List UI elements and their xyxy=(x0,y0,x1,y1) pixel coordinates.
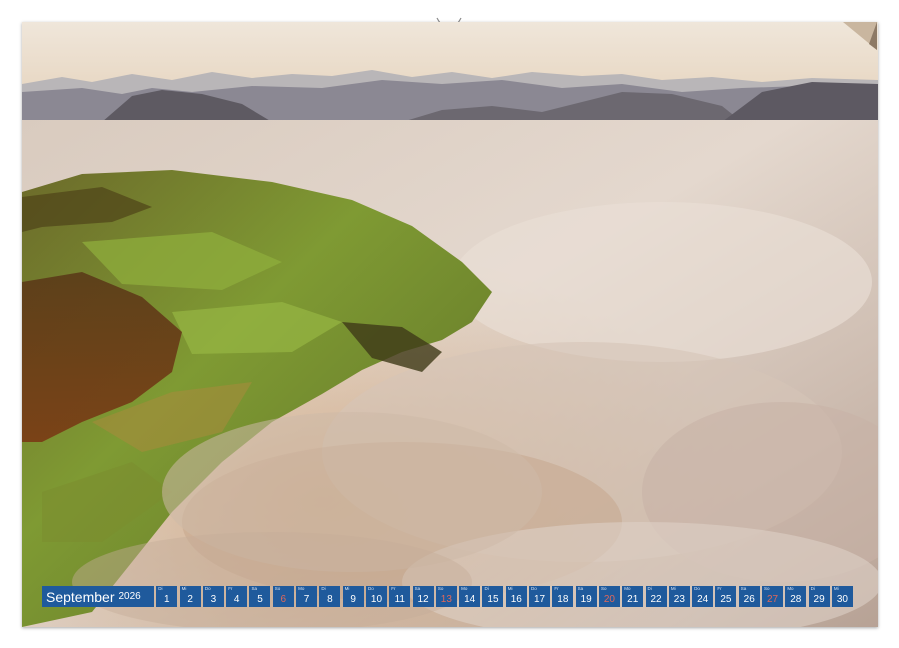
day-cell: Mi 16 xyxy=(505,586,527,607)
day-number: 24 xyxy=(697,594,709,605)
day-number: 30 xyxy=(836,594,848,605)
day-cell: Fr 11 xyxy=(389,586,411,607)
day-number: 29 xyxy=(813,594,825,605)
day-number: 22 xyxy=(650,594,662,605)
day-cell: Di 1 xyxy=(156,586,178,607)
day-cell: Mi 30 xyxy=(831,586,853,607)
weekday-abbrev: Sa xyxy=(251,586,257,591)
weekday-abbrev: Do xyxy=(531,586,537,591)
month-name: September xyxy=(46,588,115,605)
day-number: 13 xyxy=(440,594,452,605)
day-cell: Mi 2 xyxy=(179,586,201,607)
day-cell: Sa 5 xyxy=(249,586,271,607)
landscape-fog-image xyxy=(22,22,878,627)
weekday-abbrev: Di xyxy=(158,586,163,591)
day-cell: So 27 xyxy=(762,586,784,607)
day-number: 17 xyxy=(533,594,546,605)
weekday-abbrev: Sa xyxy=(414,586,421,591)
day-cell: Mo 7 xyxy=(296,586,318,607)
weekday-abbrev: Do xyxy=(694,586,700,591)
day-cell: So 6 xyxy=(272,586,294,607)
weekday-abbrev: Di xyxy=(321,586,326,591)
weekday-abbrev: Fr xyxy=(228,586,233,591)
page-corner-fold xyxy=(843,22,877,50)
weekday-abbrev: Do xyxy=(204,586,211,591)
weekday-abbrev: Mi xyxy=(670,586,676,591)
day-number: 6 xyxy=(280,594,287,605)
weekday-abbrev: Mi xyxy=(833,586,839,591)
day-cell: Do 17 xyxy=(529,586,551,607)
day-cell: Do 10 xyxy=(365,586,387,607)
day-number: 12 xyxy=(417,594,429,605)
day-number: 14 xyxy=(464,594,476,605)
day-cell: Mi 23 xyxy=(668,586,690,607)
weekday-abbrev: Mi xyxy=(344,586,350,591)
day-number: 27 xyxy=(766,594,779,605)
day-number: 15 xyxy=(487,594,499,605)
weekday-abbrev: Sa xyxy=(740,586,747,591)
day-cell: Sa 12 xyxy=(412,586,434,607)
day-number: 1 xyxy=(164,594,170,605)
day-cell: Fr 18 xyxy=(552,586,574,607)
weekday-abbrev: Mi xyxy=(507,586,513,591)
weekday-abbrev: Mo xyxy=(298,586,305,591)
day-cell: Di 29 xyxy=(808,586,830,607)
day-number: 5 xyxy=(257,594,263,605)
day-number: 3 xyxy=(210,594,217,605)
day-cell: Di 8 xyxy=(319,586,341,607)
month-year: 2026 xyxy=(118,591,141,602)
day-number: 7 xyxy=(303,594,310,605)
day-cell: Do 3 xyxy=(202,586,224,607)
day-number: 20 xyxy=(603,594,615,605)
day-cell: Fr 25 xyxy=(715,586,737,607)
weekday-abbrev: So xyxy=(274,586,281,591)
day-number: 16 xyxy=(510,594,522,605)
weekday-abbrev: Fr xyxy=(554,586,559,591)
weekday-abbrev: Di xyxy=(484,586,489,591)
day-number: 21 xyxy=(627,594,639,605)
day-number: 23 xyxy=(673,594,685,605)
day-cell: Di 15 xyxy=(482,586,504,607)
day-cell: Do 24 xyxy=(692,586,714,607)
weekday-abbrev: Mo xyxy=(787,586,794,591)
day-cell: Mi 9 xyxy=(342,586,364,607)
day-number: 8 xyxy=(327,594,333,605)
day-cell: So 13 xyxy=(435,586,457,607)
calendar-strip: September 2026 Di 1 Mi 2 Do 3 Fr 4 Sa 5 So 6 Mo 7 Di 8 M… xyxy=(42,586,853,607)
day-cell: Mo 14 xyxy=(459,586,481,607)
weekday-abbrev: Di xyxy=(647,586,652,591)
day-number: 9 xyxy=(350,594,356,605)
day-number: 2 xyxy=(187,594,193,605)
day-number: 10 xyxy=(370,594,383,605)
weekday-abbrev: Mo xyxy=(461,586,468,591)
day-cell: Sa 19 xyxy=(575,586,597,607)
weekday-abbrev: Mi xyxy=(181,586,187,591)
weekday-abbrev: Fr xyxy=(717,586,722,591)
weekday-abbrev: Mo xyxy=(624,586,631,591)
weekday-abbrev: So xyxy=(600,586,607,591)
day-number: 19 xyxy=(580,594,592,605)
day-number: 25 xyxy=(720,594,732,605)
weekday-abbrev: Di xyxy=(810,586,815,591)
weekday-abbrev: Fr xyxy=(391,586,396,591)
weekday-abbrev: So xyxy=(764,586,770,591)
day-number: 26 xyxy=(743,594,755,605)
day-cell: Fr 4 xyxy=(226,586,248,607)
day-number: 11 xyxy=(394,594,405,605)
day-cell: Sa 26 xyxy=(738,586,760,607)
weekday-abbrev: So xyxy=(437,586,444,591)
weekday-abbrev: Do xyxy=(367,586,374,591)
day-cell: Mo 21 xyxy=(622,586,644,607)
day-cell: Mo 28 xyxy=(785,586,807,607)
day-number: 4 xyxy=(233,594,240,605)
day-cell: So 20 xyxy=(598,586,620,607)
day-number: 18 xyxy=(557,594,569,605)
weekday-abbrev: Sa xyxy=(577,586,584,591)
month-label: September 2026 xyxy=(42,586,154,607)
calendar-photo xyxy=(22,22,878,627)
day-cell: Di 22 xyxy=(645,586,667,607)
day-number: 28 xyxy=(790,594,802,605)
